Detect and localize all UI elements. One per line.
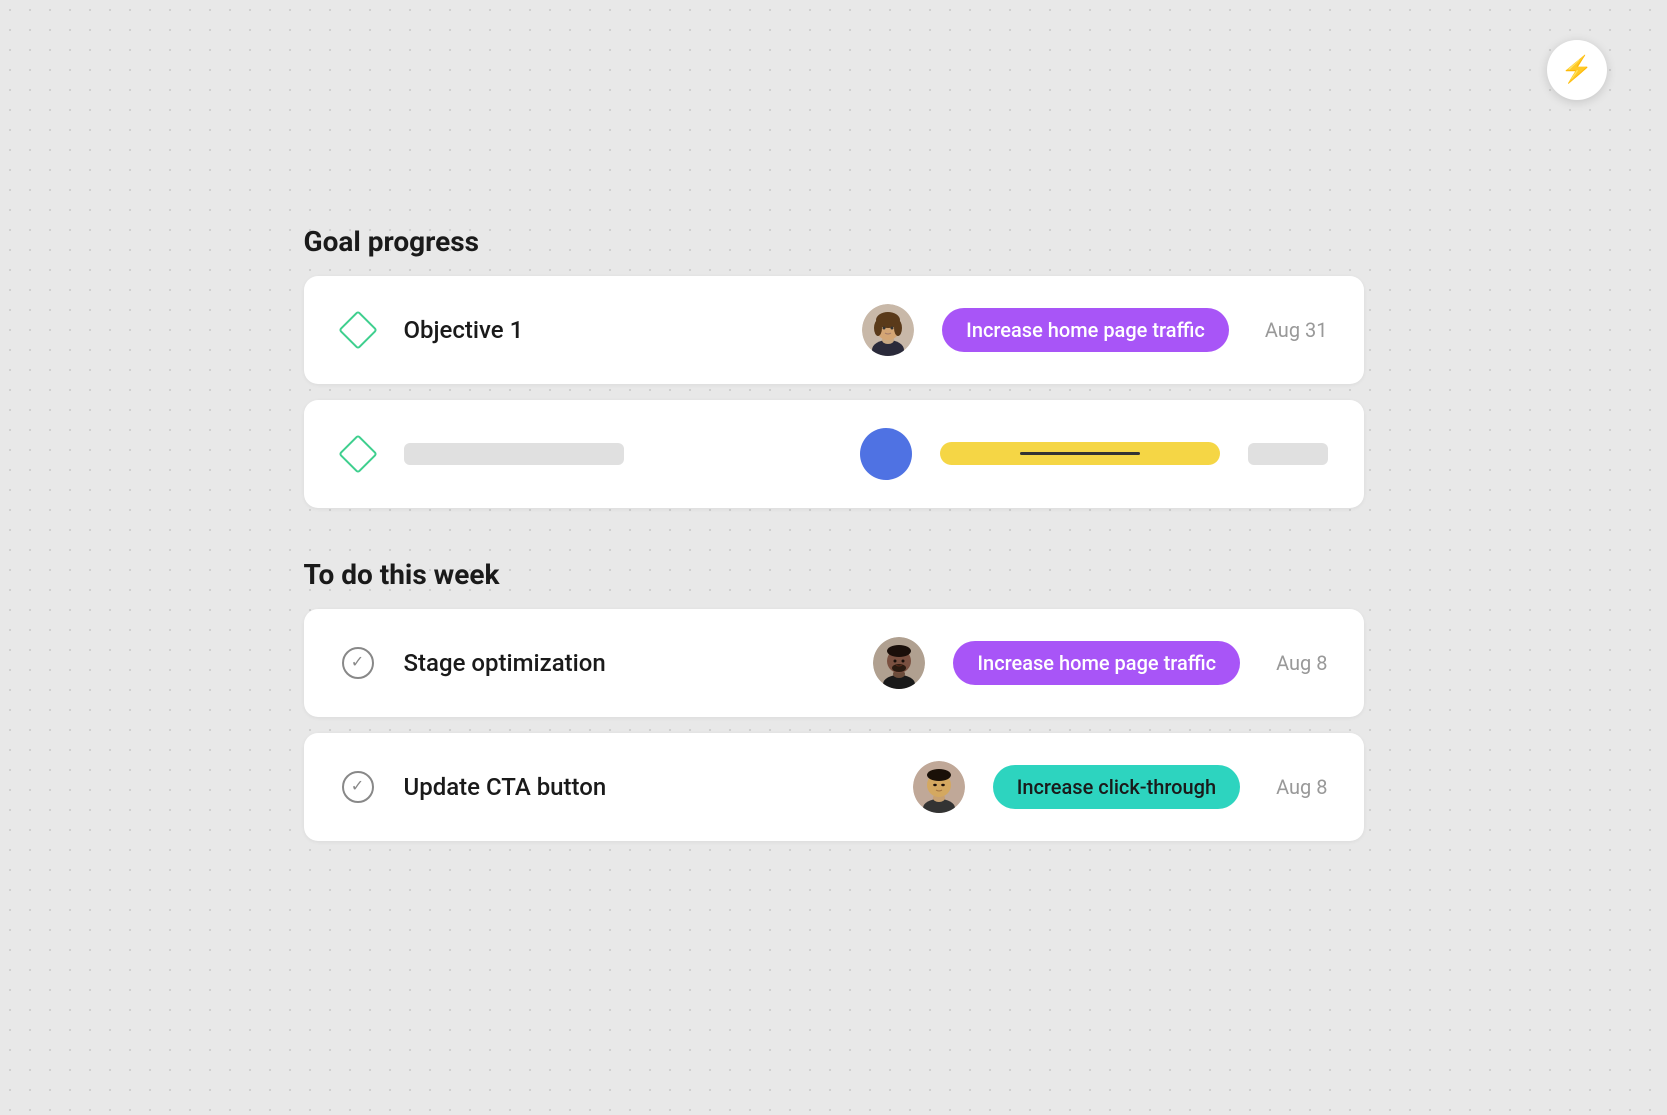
avatar-woman	[862, 304, 914, 356]
update-cta-date: Aug 8	[1276, 775, 1327, 799]
update-cta-name: Update CTA button	[404, 773, 607, 801]
check-mark-1: ✓	[351, 654, 364, 670]
skeleton-name-bar	[404, 443, 624, 465]
stage-optimization-tag: Increase home page traffic	[953, 641, 1240, 685]
objective-1-card[interactable]: Objective 1	[304, 276, 1364, 384]
check-icon-2: ✓	[340, 769, 376, 805]
skeleton-date-bar	[1248, 443, 1328, 465]
check-circle-2: ✓	[342, 771, 374, 803]
main-container: Goal progress Objective 1	[284, 205, 1384, 911]
check-icon-1: ✓	[340, 645, 376, 681]
avatar-man-asian	[913, 761, 965, 813]
diamond-shape	[338, 310, 378, 350]
stage-optimization-name: Stage optimization	[404, 649, 606, 677]
stage-optimization-date: Aug 8	[1276, 651, 1327, 675]
objective-1-date: Aug 31	[1265, 318, 1328, 342]
stage-optimization-card[interactable]: ✓ Stage optimization	[304, 609, 1364, 717]
flash-button[interactable]: ⚡	[1547, 40, 1607, 100]
update-cta-tag: Increase click-through	[993, 765, 1240, 809]
skeleton-tag-yellow	[940, 442, 1220, 465]
diamond-shape-2	[338, 434, 378, 474]
avatar-man-dark	[873, 637, 925, 689]
diamond-icon	[340, 312, 376, 348]
check-circle-1: ✓	[342, 647, 374, 679]
flash-icon: ⚡	[1561, 55, 1593, 85]
goal-progress-section: Goal progress Objective 1	[304, 225, 1364, 508]
todo-section: To do this week ✓ Stage optimization	[304, 558, 1364, 841]
tag-yellow-line	[1020, 452, 1140, 455]
objective-2-card[interactable]	[304, 400, 1364, 508]
objective-1-name: Objective 1	[404, 316, 604, 344]
avatar-blue-circle	[860, 428, 912, 480]
check-mark-2: ✓	[351, 778, 364, 794]
update-cta-card[interactable]: ✓ Update CTA button	[304, 733, 1364, 841]
todo-title: To do this week	[304, 558, 1364, 591]
diamond-icon-2	[340, 436, 376, 472]
goal-progress-title: Goal progress	[304, 225, 1364, 258]
objective-1-tag: Increase home page traffic	[942, 308, 1229, 352]
